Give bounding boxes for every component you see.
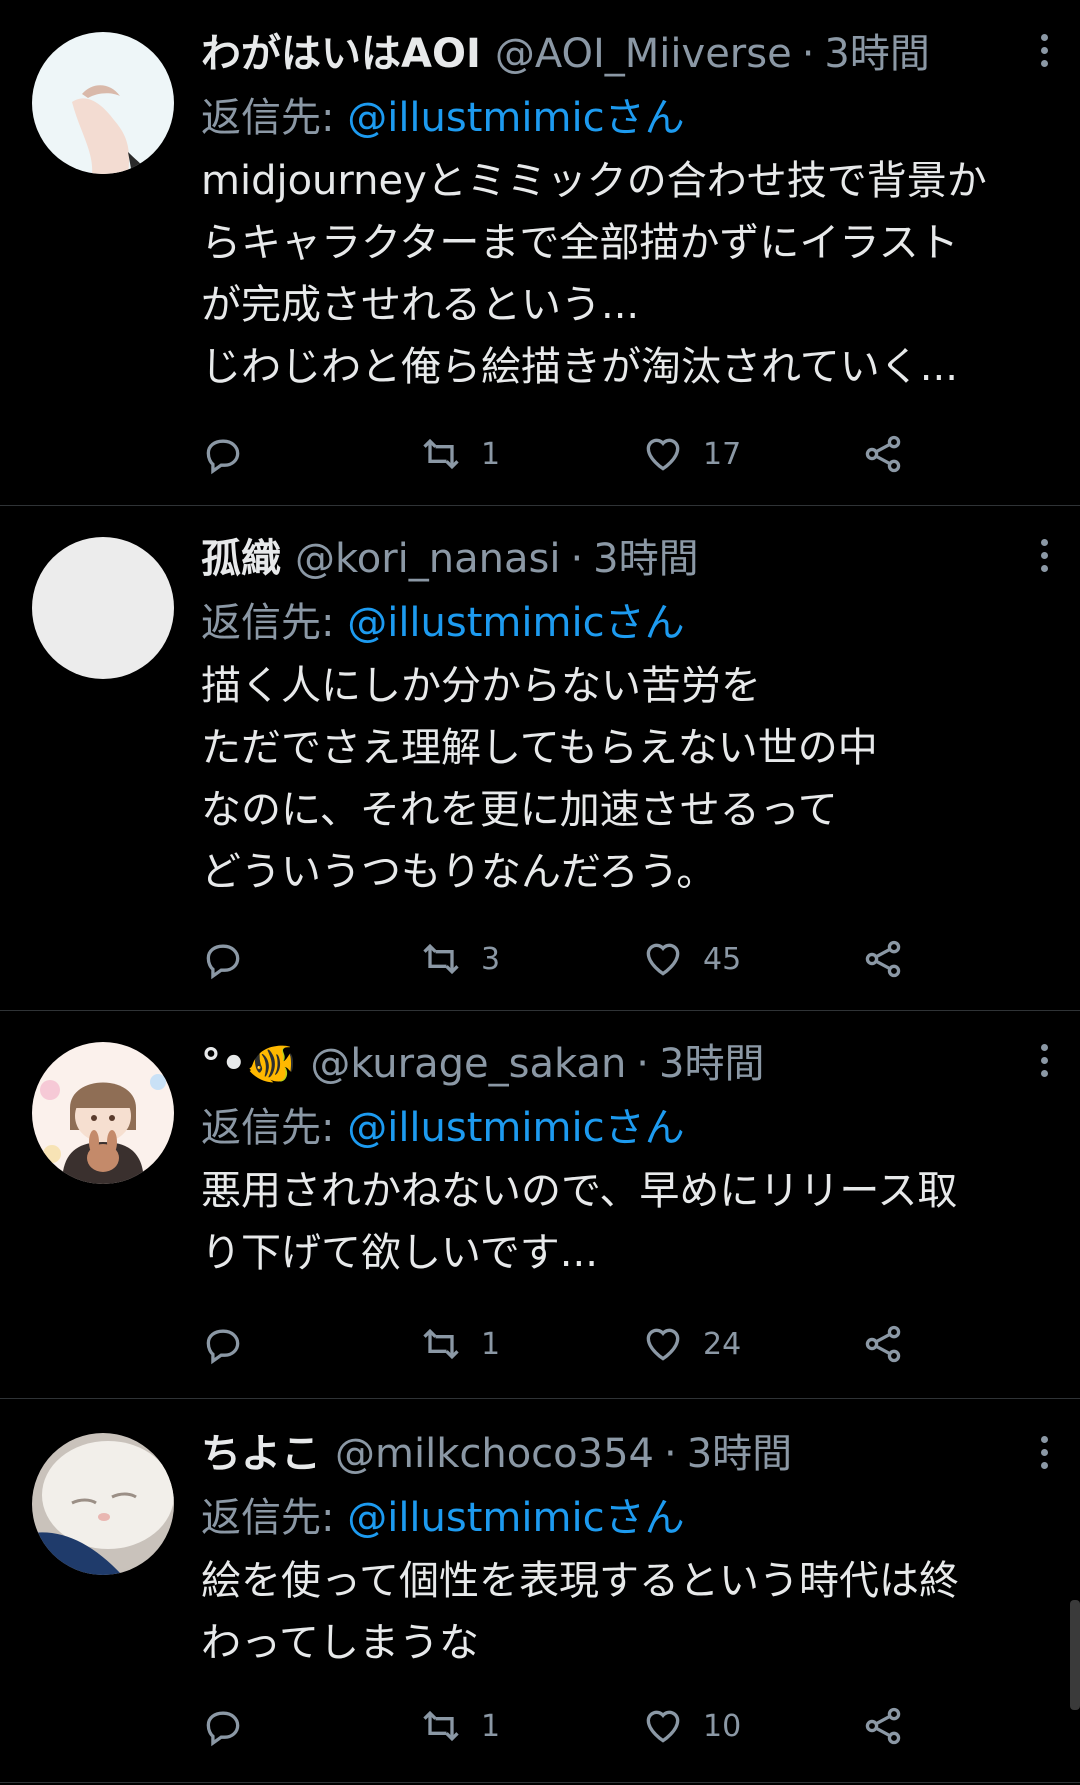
reply-to-link[interactable]: @illustmimicさん [347, 600, 684, 646]
action-bar: 3 45 [201, 931, 921, 987]
tweet-header: °•🐠 @kurage_sakan · 3時間 [201, 1032, 1056, 1096]
retweet-button[interactable]: 1 [419, 1322, 500, 1366]
retweet-icon [423, 943, 459, 975]
tweet-header: ちよこ @milkchoco354 · 3時間 [201, 1422, 1056, 1486]
reply-button[interactable] [201, 937, 263, 981]
timestamp[interactable]: 3時間 [824, 22, 929, 86]
heart-icon [646, 438, 680, 471]
timestamp[interactable]: 3時間 [593, 527, 698, 591]
share-button[interactable] [861, 432, 905, 476]
tweet[interactable]: わがはいはAOI @AOI_Miiverse · 3時間 返信先: @illus… [0, 0, 1080, 506]
retweet-icon [423, 438, 459, 470]
reply-button[interactable] [201, 432, 263, 476]
reply-icon [206, 944, 240, 980]
tweet[interactable]: °•🐠 @kurage_sakan · 3時間 返信先: @illustmimi… [0, 1010, 1080, 1399]
separator-dot: · [801, 31, 815, 77]
heart-icon [646, 1328, 680, 1361]
retweet-count: 3 [481, 941, 501, 977]
heart-icon [646, 1710, 680, 1743]
timestamp[interactable]: 3時間 [659, 1032, 764, 1096]
reply-button[interactable] [201, 1322, 263, 1366]
reply-context: 返信先: @illustmimicさん [201, 591, 1056, 655]
like-count: 10 [703, 1708, 742, 1744]
separator-dot: · [636, 1041, 650, 1087]
tweet-text: 絵を使って個性を表現するという時代は終 わってしまうな [201, 1558, 959, 1666]
separator-dot: · [663, 1431, 677, 1477]
reply-to-link[interactable]: @illustmimicさん [347, 1495, 684, 1541]
retweet-count: 1 [481, 1708, 501, 1744]
like-count: 17 [703, 436, 742, 472]
retweet-count: 1 [481, 1326, 501, 1362]
timestamp[interactable]: 3時間 [687, 1422, 792, 1486]
like-count: 24 [703, 1326, 742, 1362]
reply-context: 返信先: @illustmimicさん [201, 1096, 1056, 1160]
user-handle[interactable]: @AOI_Miiverse [495, 22, 792, 86]
user-handle[interactable]: @kurage_sakan [310, 1032, 626, 1096]
display-name[interactable]: 孤織 [201, 527, 281, 591]
action-bar: 1 10 [201, 1698, 921, 1754]
share-button[interactable] [861, 1322, 905, 1366]
more-icon[interactable] [1036, 1436, 1052, 1476]
scrollbar[interactable] [1070, 1600, 1080, 1710]
like-button[interactable]: 24 [641, 1322, 741, 1366]
reply-prefix: 返信先: [201, 1105, 335, 1151]
share-icon [865, 940, 901, 978]
more-icon[interactable] [1036, 539, 1052, 579]
reply-prefix: 返信先: [201, 600, 335, 646]
share-icon [865, 1325, 901, 1363]
retweet-button[interactable]: 3 [419, 937, 500, 981]
reply-button[interactable] [201, 1704, 263, 1748]
retweet-button[interactable]: 1 [419, 432, 500, 476]
retweet-count: 1 [481, 436, 501, 472]
reply-icon [206, 1329, 240, 1365]
avatar[interactable] [32, 1042, 174, 1184]
display-name[interactable]: わがはいはAOI [201, 22, 481, 86]
share-button[interactable] [861, 937, 905, 981]
like-count: 45 [703, 941, 742, 977]
retweet-icon [423, 1710, 459, 1742]
retweet-button[interactable]: 1 [419, 1704, 500, 1748]
avatar[interactable] [32, 537, 174, 679]
more-icon[interactable] [1036, 34, 1052, 74]
display-name[interactable]: °•🐠 [201, 1032, 296, 1096]
share-icon [865, 1707, 901, 1745]
tweet[interactable]: 孤織 @kori_nanasi · 3時間 返信先: @illustmimicさ… [0, 505, 1080, 1011]
action-bar: 1 24 [201, 1316, 921, 1372]
reply-icon [206, 1711, 240, 1747]
tweet-text: midjourneyとミミックの合わせ技で背景か らキャラクターまで全部描かずに… [201, 158, 987, 390]
action-bar: 1 17 [201, 426, 921, 482]
share-icon [865, 435, 901, 473]
share-button[interactable] [861, 1704, 905, 1748]
like-button[interactable]: 45 [641, 937, 741, 981]
user-handle[interactable]: @kori_nanasi [295, 527, 560, 591]
reply-prefix: 返信先: [201, 1495, 335, 1541]
reply-context: 返信先: @illustmimicさん [201, 1486, 1056, 1550]
user-handle[interactable]: @milkchoco354 [335, 1422, 654, 1486]
reply-to-link[interactable]: @illustmimicさん [347, 1105, 684, 1151]
retweet-icon [423, 1328, 459, 1360]
heart-icon [646, 943, 680, 976]
tweet[interactable]: ちよこ @milkchoco354 · 3時間 返信先: @illustmimi… [0, 1398, 1080, 1783]
tweet-header: わがはいはAOI @AOI_Miiverse · 3時間 [201, 22, 1056, 86]
tweet-header: 孤織 @kori_nanasi · 3時間 [201, 527, 1056, 591]
reply-prefix: 返信先: [201, 95, 335, 141]
tweet-text: 描く人にしか分からない苦労を ただでさえ理解してもらえない世の中 なのに、それを… [201, 663, 878, 895]
tweet-text: 悪用されかねないので、早めにリリース取 り下げて欲しいです... [201, 1168, 958, 1276]
reply-icon [206, 439, 240, 475]
reply-to-link[interactable]: @illustmimicさん [347, 95, 684, 141]
reply-context: 返信先: @illustmimicさん [201, 86, 1056, 150]
avatar[interactable] [32, 1433, 174, 1575]
like-button[interactable]: 17 [641, 432, 741, 476]
more-icon[interactable] [1036, 1044, 1052, 1084]
avatar[interactable] [32, 32, 174, 174]
like-button[interactable]: 10 [641, 1704, 741, 1748]
display-name[interactable]: ちよこ [201, 1422, 321, 1486]
separator-dot: · [570, 536, 584, 582]
